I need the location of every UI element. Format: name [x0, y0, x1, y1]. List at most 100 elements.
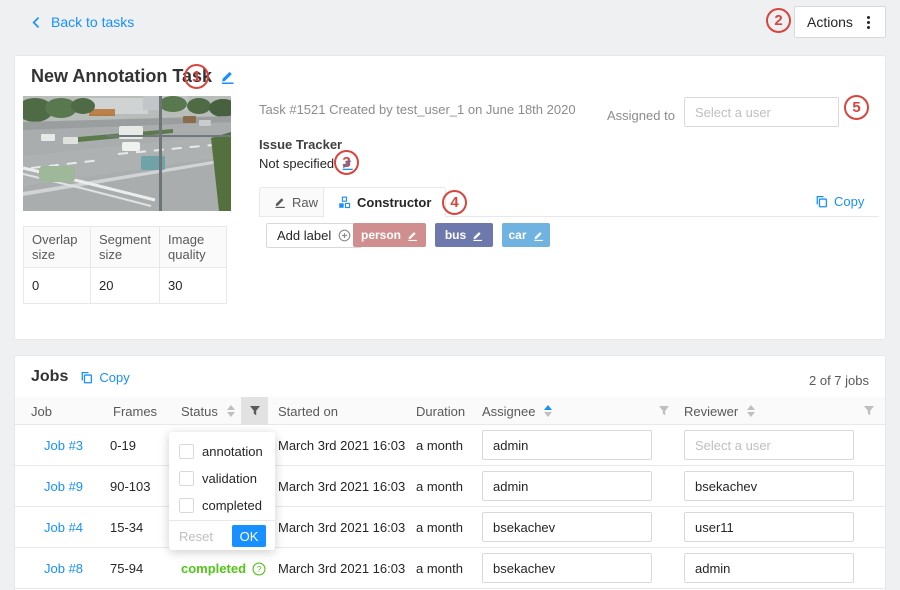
table-row: Job #3 0-19 March 3rd 2021 16:03 a month [15, 425, 885, 466]
frames-cell: 75-94 [110, 561, 143, 576]
annotation-circle-2: 2 [766, 8, 791, 33]
task-params-table: Overlap size Segment size Image quality … [23, 226, 227, 304]
param-value-quality: 30 [160, 268, 227, 304]
assigned-to-input[interactable] [684, 97, 839, 127]
kebab-menu-icon [867, 16, 870, 29]
duration-cell: a month [416, 438, 463, 453]
filter-status-icon[interactable] [241, 397, 268, 425]
edit-title-icon[interactable] [220, 69, 235, 84]
label-chip-car: car [502, 223, 550, 247]
table-row: Job #8 75-94 completed ? March 3rd 2021 … [15, 548, 885, 589]
duration-cell: a month [416, 479, 463, 494]
sort-reviewer-control[interactable] [747, 405, 755, 417]
plus-circle-icon [338, 229, 351, 242]
job-link[interactable]: Job #9 [44, 479, 83, 494]
checkbox-completed[interactable] [179, 498, 194, 513]
copy-icon [815, 195, 828, 208]
filter-option-validation[interactable]: validation [179, 468, 257, 488]
assigned-to-label: Assigned to [607, 108, 675, 123]
edit-label-person-icon[interactable] [407, 230, 418, 241]
column-header-duration: Duration [416, 397, 465, 425]
column-header-started: Started on [278, 397, 338, 425]
column-header-status[interactable]: Status [181, 397, 235, 425]
filter-option-annotation[interactable]: annotation [179, 441, 263, 461]
issue-tracker-value: Not specified [259, 156, 334, 171]
column-header-frames: Frames [113, 397, 157, 425]
started-cell: March 3rd 2021 16:03 [278, 438, 405, 453]
checkbox-annotation[interactable] [179, 444, 194, 459]
add-label-button-label: Add label [277, 228, 331, 243]
jobs-card: Jobs Copy 2 of 7 jobs Job Frames Status [14, 355, 886, 590]
assignee-input[interactable] [482, 512, 652, 542]
job-link[interactable]: Job #3 [44, 438, 83, 453]
param-value-segment: 20 [91, 268, 160, 304]
pencil-icon [274, 196, 286, 208]
task-meta: Task #1521 Created by test_user_1 on Jun… [259, 102, 576, 117]
reviewer-input[interactable] [684, 512, 854, 542]
tab-constructor-label: Constructor [357, 195, 431, 210]
label-chip-person-name: person [361, 228, 401, 242]
copy-labels-link[interactable]: Copy [815, 194, 864, 209]
checkbox-validation[interactable] [179, 471, 194, 486]
question-circle-icon: ? [252, 562, 266, 576]
back-to-tasks-label: Back to tasks [51, 14, 134, 30]
column-header-reviewer[interactable]: Reviewer [684, 397, 755, 425]
started-cell: March 3rd 2021 16:03 [278, 561, 405, 576]
filter-option-annotation-label: annotation [202, 444, 263, 459]
copy-labels-label: Copy [834, 194, 864, 209]
status-badge: completed [181, 561, 246, 576]
param-header-segment: Segment size [91, 227, 160, 268]
reviewer-input[interactable] [684, 430, 854, 460]
edit-label-bus-icon[interactable] [472, 230, 483, 241]
label-chip-bus: bus [435, 223, 493, 247]
annotation-circle-1: 1 [184, 64, 209, 89]
frames-cell: 90-103 [110, 479, 150, 494]
filter-reset-button[interactable]: Reset [179, 529, 213, 544]
annotation-circle-3: 3 [334, 150, 359, 175]
actions-button-label: Actions [807, 14, 853, 30]
copy-jobs-link[interactable]: Copy [80, 370, 129, 385]
tab-raw[interactable]: Raw [259, 187, 333, 217]
jobs-title: Jobs [31, 368, 68, 386]
tab-constructor[interactable]: Constructor [323, 187, 446, 218]
column-header-job: Job [31, 397, 52, 425]
build-blocks-icon [338, 196, 351, 209]
started-cell: March 3rd 2021 16:03 [278, 479, 405, 494]
assignee-input[interactable] [482, 471, 652, 501]
svg-text:?: ? [257, 563, 262, 573]
filter-footer-divider [169, 520, 275, 521]
frames-cell: 15-34 [110, 520, 143, 535]
filter-option-completed[interactable]: completed [179, 495, 262, 515]
sort-status-control[interactable] [227, 405, 235, 417]
label-chip-car-name: car [508, 228, 526, 242]
label-chip-person: person [353, 223, 426, 247]
filter-option-completed-label: completed [202, 498, 262, 513]
duration-cell: a month [416, 520, 463, 535]
reviewer-input[interactable] [684, 471, 854, 501]
assignee-input[interactable] [482, 430, 652, 460]
filter-reviewer-icon[interactable] [863, 405, 875, 420]
job-link[interactable]: Job #4 [44, 520, 83, 535]
status-filter-dropdown: annotation validation completed Reset OK [169, 432, 275, 550]
table-row: Job #4 15-34 March 3rd 2021 16:03 a mont… [15, 507, 885, 548]
param-value-overlap: 0 [24, 268, 91, 304]
jobs-table-header: Job Frames Status Started on Duration [15, 397, 885, 425]
cvat-task-page: Back to tasks Actions New Annotation Tas… [0, 0, 900, 590]
add-label-button[interactable]: Add label [266, 223, 362, 248]
column-header-assignee[interactable]: Assignee [482, 397, 552, 425]
back-to-tasks-link[interactable]: Back to tasks [30, 14, 134, 30]
reviewer-input[interactable] [684, 553, 854, 583]
tab-raw-label: Raw [292, 195, 318, 210]
sort-assignee-control[interactable] [544, 405, 552, 417]
table-row: Job #9 90-103 March 3rd 2021 16:03 a mon… [15, 466, 885, 507]
jobs-count: 2 of 7 jobs [809, 373, 869, 388]
annotation-circle-4: 4 [442, 190, 467, 215]
actions-button[interactable]: Actions [794, 6, 886, 38]
filter-assignee-icon[interactable] [658, 405, 670, 420]
filter-ok-button[interactable]: OK [232, 525, 266, 547]
started-cell: March 3rd 2021 16:03 [278, 520, 405, 535]
edit-label-car-icon[interactable] [533, 230, 544, 241]
job-link[interactable]: Job #8 [44, 561, 83, 576]
assignee-input[interactable] [482, 553, 652, 583]
annotation-circle-5: 5 [844, 95, 869, 120]
